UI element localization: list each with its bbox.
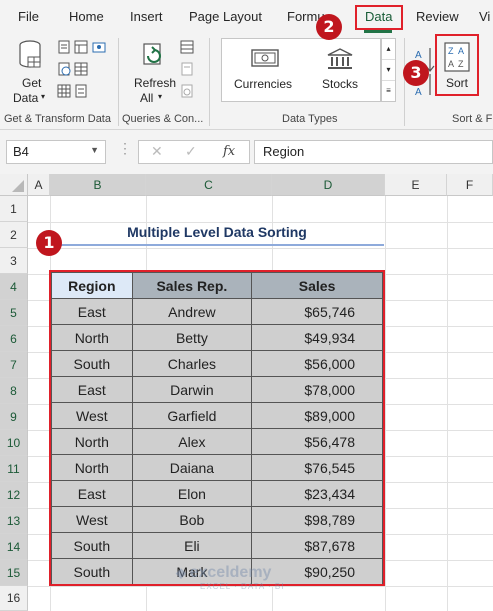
refresh-icon <box>143 43 161 65</box>
row-header[interactable]: 3 <box>0 248 28 274</box>
currencies-button[interactable]: Currencies <box>224 41 304 99</box>
table-highlight <box>49 270 385 586</box>
row-header[interactable]: 5 <box>0 300 28 326</box>
row-header[interactable]: 16 <box>0 586 28 611</box>
existing-connections-icon[interactable] <box>74 40 88 54</box>
row-header[interactable]: 9 <box>0 404 28 430</box>
data-tab-highlight <box>355 5 403 30</box>
name-box-value: B4 <box>13 144 29 159</box>
row-header[interactable]: 2 <box>0 222 28 248</box>
row-header[interactable]: 8 <box>0 378 28 404</box>
recent-sources-icon[interactable] <box>92 40 106 54</box>
gallery-scroll-down-icon[interactable]: ▾ <box>382 60 395 81</box>
row-header[interactable]: 1 <box>0 196 28 222</box>
text-csv-icon[interactable] <box>57 40 71 54</box>
gallery-scroll-up-icon[interactable]: ▴ <box>382 39 395 60</box>
svg-text:A: A <box>415 87 422 96</box>
tab-view[interactable]: Vi <box>479 9 490 24</box>
gridline <box>28 222 493 223</box>
ribbon-separator <box>209 38 210 126</box>
sheet-title: Multiple Level Data Sorting <box>127 224 307 240</box>
tab-page-layout[interactable]: Page Layout <box>189 9 262 24</box>
cancel-icon[interactable]: ✕ <box>151 143 163 160</box>
refresh-label-1: Refresh <box>134 76 177 90</box>
tab-insert[interactable]: Insert <box>130 9 163 24</box>
formula-bar-grip-icon: ⋮ <box>118 140 132 156</box>
column-header-c[interactable]: C <box>146 174 272 196</box>
from-picture-icon[interactable] <box>57 84 71 98</box>
watermark-tagline: EXCEL · DATA · BI <box>200 582 285 591</box>
database-icon <box>19 40 41 68</box>
enter-icon[interactable]: ✓ <box>185 143 197 160</box>
step-badge-1: 1 <box>36 230 62 256</box>
sort-button-highlight <box>435 34 479 96</box>
column-header-f[interactable]: F <box>447 174 493 196</box>
stocks-label: Stocks <box>322 77 359 91</box>
stocks-button[interactable]: Stocks <box>310 41 372 99</box>
get-data-label-2: Data <box>13 91 39 105</box>
chevron-down-icon: ▾ <box>158 92 163 101</box>
group-label-sort-filter: Sort & F <box>452 113 493 125</box>
column-header-a[interactable]: A <box>28 174 50 196</box>
step-badge-2: 2 <box>316 14 342 40</box>
ribbon-separator <box>118 38 119 126</box>
gallery-more-icon[interactable]: ≡ <box>382 81 395 101</box>
row-header[interactable]: 6 <box>0 326 28 352</box>
column-header-b[interactable]: B <box>50 174 146 196</box>
ribbon-separator <box>404 38 405 126</box>
get-data-label-1: Get <box>22 76 42 90</box>
chevron-down-icon: ▾ <box>41 92 46 101</box>
row-header[interactable]: 11 <box>0 456 28 482</box>
gallery-scroll[interactable]: ▴ ▾ ≡ <box>381 38 396 102</box>
active-tab-indicator <box>364 30 392 33</box>
row-header[interactable]: 14 <box>0 534 28 560</box>
column-header-d[interactable]: D <box>272 174 385 196</box>
data-types-gallery: Currencies Stocks <box>221 38 381 102</box>
row-header[interactable]: 13 <box>0 508 28 534</box>
select-all-icon <box>12 180 24 192</box>
insert-function-icon[interactable]: fx <box>223 144 235 159</box>
from-web-icon[interactable] <box>57 62 71 76</box>
refresh-all-button[interactable]: Refresh All ▾ <box>128 38 178 110</box>
tab-file[interactable]: File <box>18 9 39 24</box>
spreadsheet-grid: A B C D E F 1 2 3 4 5 6 7 8 9 10 11 12 13 14 15 16 Mult… <box>0 174 493 611</box>
tab-review[interactable]: Review <box>416 9 459 24</box>
column-header-e[interactable]: E <box>385 174 447 196</box>
group-label-get-transform: Get & Transform Data <box>4 113 111 125</box>
watermark-name: exceldemy <box>189 564 272 581</box>
refresh-label-2: All <box>140 91 154 105</box>
tab-home[interactable]: Home <box>69 9 104 24</box>
gridline <box>28 248 493 249</box>
currency-icon <box>251 49 279 67</box>
title-underline <box>50 244 384 246</box>
queries-connections-icon[interactable] <box>180 40 194 54</box>
from-table-icon[interactable] <box>74 62 88 76</box>
get-data-button[interactable]: Get Data ▾ <box>8 38 54 110</box>
group-label-data-types: Data Types <box>282 113 338 125</box>
formula-input[interactable]: Region <box>254 140 493 164</box>
row-header[interactable]: 4 <box>0 274 28 300</box>
chevron-down-icon[interactable]: ▼ <box>90 145 99 155</box>
edit-links-icon[interactable] <box>180 84 194 98</box>
row-header[interactable]: 7 <box>0 352 28 378</box>
currencies-label: Currencies <box>234 77 293 91</box>
row-header[interactable]: 12 <box>0 482 28 508</box>
recent-file-icon[interactable] <box>74 84 88 98</box>
row-header[interactable]: 15 <box>0 560 28 586</box>
menu-bar: File Home Insert Page Layout Formu Data … <box>0 0 493 34</box>
name-box[interactable]: B4 ▼ <box>6 140 106 164</box>
stocks-icon <box>327 48 353 69</box>
properties-icon[interactable] <box>180 62 194 76</box>
group-label-queries: Queries & Con... <box>122 113 204 125</box>
select-all-corner[interactable] <box>0 174 28 196</box>
row-header[interactable]: 10 <box>0 430 28 456</box>
watermark-logo: ◆ exceldemy <box>176 564 272 581</box>
formula-bar: B4 ▼ ⋮ ✕ ✓ fx Region <box>0 130 493 174</box>
step-badge-3: 3 <box>403 60 429 86</box>
formula-buttons: ✕ ✓ fx <box>138 140 250 164</box>
